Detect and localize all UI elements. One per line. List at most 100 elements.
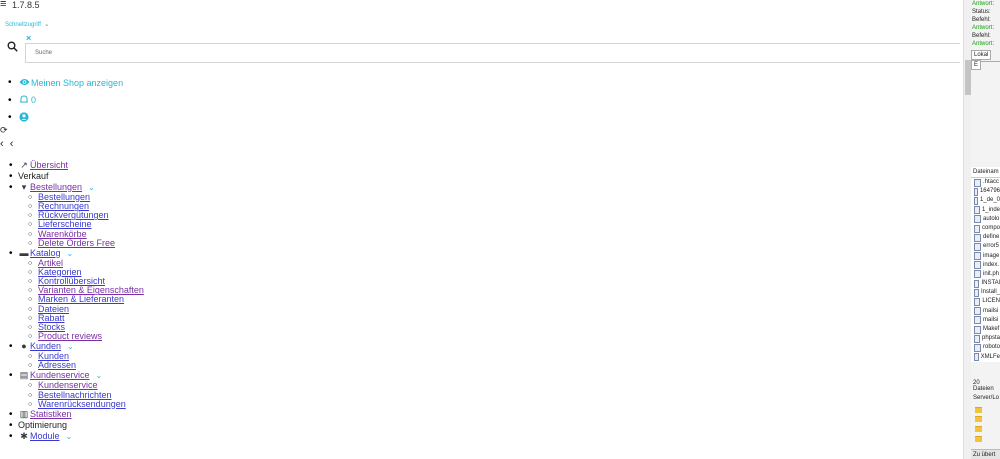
file-icon — [974, 288, 979, 297]
file-row[interactable]: error5 — [971, 242, 1000, 252]
nav-item-stats: • ▥ Statistiken — [9, 408, 72, 420]
local-file-list: Dateinam .htacc 164796 1_de_0 1_inde aut… — [971, 167, 1000, 362]
close-icon[interactable]: × — [26, 33, 31, 43]
chevron-down-icon[interactable]: ⌄ — [88, 183, 95, 192]
overview-link[interactable]: Übersicht — [30, 160, 68, 170]
file-row[interactable]: Makef — [971, 325, 1000, 335]
prestashop-admin: ≡ 1.7.8.5 Schnellzugriff ⌄ × Suche • Meine… — [0, 0, 963, 459]
file-icon — [974, 196, 978, 205]
submenu-item[interactable]: ○ Adressen — [28, 361, 144, 370]
chevron-down-icon[interactable]: ⌄ — [66, 432, 73, 441]
trending-up-icon: ↗ — [20, 159, 28, 170]
file-row[interactable]: 1_de_0 — [971, 196, 1000, 206]
user-icon — [17, 112, 31, 124]
file-row[interactable]: mailsi — [971, 306, 1000, 316]
chevron-down-icon[interactable]: ⌄ — [96, 371, 103, 380]
folder-icon[interactable] — [975, 426, 982, 432]
nav-item-customers: • ● Kunden ⌄ ○ Kunden ○ Adressen — [9, 341, 144, 370]
modules-link[interactable]: Module — [30, 431, 60, 441]
file-row[interactable]: image — [971, 251, 1000, 261]
service-link[interactable]: Kundenservice — [30, 371, 90, 380]
file-icon — [974, 316, 981, 325]
file-row[interactable]: define — [971, 233, 1000, 243]
submenu-item[interactable]: ○ Product reviews — [28, 331, 144, 341]
file-row[interactable]: mailsi — [971, 315, 1000, 325]
orders-submenu: ○ Bestellungen ○ Rechnungen ○ Rückvergütung… — [9, 192, 144, 248]
tab-other[interactable]: E — [971, 60, 982, 70]
header-links: • Meinen Shop anzeigen • 0 • — [8, 74, 123, 127]
catalog-submenu: ○ Artikel ○ Kategorien ○ Kontrollübersicht … — [9, 258, 144, 341]
queue-tab[interactable]: Zu übert — [971, 449, 1000, 459]
sidebar-nav: • ↗ Übersicht • Verkauf • ▾ Bestellungen ⌄ ○ Be… — [9, 160, 144, 442]
refresh-icon[interactable]: ⟳ — [0, 126, 8, 135]
stats-link[interactable]: Statistiken — [30, 409, 72, 419]
file-icon — [974, 307, 981, 316]
collapse-menu[interactable]: ‹ ‹ — [0, 138, 13, 150]
folder-icon[interactable] — [975, 436, 982, 442]
file-row[interactable]: Install_ — [971, 288, 1000, 298]
nav-item-catalog: • ▬ Katalog ⌄ ○ Artikel ○ Kategorien ○ Kontrol… — [9, 247, 144, 341]
folder-icon[interactable] — [975, 407, 982, 413]
catalog-link[interactable]: Katalog — [30, 248, 61, 258]
submenu-item[interactable]: ○ Delete Orders Free — [28, 238, 144, 248]
service-submenu: ○ Kundenservice ○ Bestellnachrichten ○ Ware… — [9, 381, 144, 409]
quick-access-dropdown[interactable]: Schnellzugriff ⌄ — [5, 20, 50, 28]
file-row[interactable]: index. — [971, 260, 1000, 270]
shopping-basket-icon: ▾ — [21, 181, 27, 192]
file-column-header[interactable]: Dateinam — [971, 167, 1000, 178]
bell-icon — [17, 95, 31, 106]
file-icon — [974, 224, 980, 233]
search-icon — [7, 41, 18, 52]
ftp-tabs: LokalE — [971, 50, 1000, 70]
chevron-down-icon[interactable]: ⌄ — [67, 342, 74, 351]
file-row[interactable]: INSTAl — [971, 279, 1000, 289]
file-icon — [974, 261, 981, 270]
chevron-left-icon[interactable]: ‹ — [0, 138, 4, 150]
file-row[interactable]: 164796 — [971, 187, 1000, 197]
file-row[interactable]: XMLFe — [971, 352, 1000, 362]
orders-link[interactable]: Bestellungen — [30, 182, 82, 192]
file-icon — [974, 343, 981, 352]
file-icon — [974, 279, 980, 288]
puzzle-icon: ✱ — [20, 430, 28, 441]
submenu-item[interactable]: ○ Warenrücksendungen — [28, 399, 144, 409]
file-row[interactable]: 1_inde — [971, 205, 1000, 215]
file-icon — [974, 233, 981, 242]
ftp-client-panel: Antwort: Status: Befehl: Antwort: Befehl… — [971, 0, 1000, 459]
chevron-left-icon[interactable]: ‹ — [10, 138, 14, 150]
ftp-message-log: Antwort: Status: Befehl: Antwort: Befehl… — [972, 1, 995, 47]
file-row[interactable]: phpsta — [971, 334, 1000, 344]
view-shop-link[interactable]: • Meinen Shop anzeigen — [8, 74, 123, 92]
file-row[interactable]: autolo — [971, 214, 1000, 224]
file-icon — [974, 242, 981, 251]
chevron-down-icon[interactable]: ⌄ — [67, 249, 74, 258]
notifications-link[interactable]: • 0 — [8, 92, 123, 110]
bar-chart-icon: ▥ — [19, 408, 29, 419]
file-row[interactable]: roboto — [971, 343, 1000, 353]
customers-link[interactable]: Kunden — [30, 341, 61, 351]
store-icon: ▬ — [19, 247, 29, 258]
tab-local[interactable]: Lokal — [971, 50, 992, 60]
file-row[interactable]: init.ph — [971, 269, 1000, 280]
file-icon — [974, 206, 980, 215]
nav-item-overview: • ↗ Übersicht — [9, 159, 69, 171]
employee-link[interactable]: • — [8, 109, 123, 127]
search-button[interactable] — [0, 38, 24, 60]
hamburger-icon[interactable]: ≡ — [0, 0, 6, 10]
file-count: 20 Dateien — [973, 380, 994, 392]
folder-icon[interactable] — [975, 416, 982, 422]
nav-item-orders: • ▾ Bestellungen ⌄ ○ Bestellungen ○ Rechnunge… — [9, 182, 144, 248]
file-row[interactable]: LICEN — [971, 297, 1000, 307]
nav-heading-sales: • Verkauf — [9, 170, 49, 182]
file-icon — [974, 178, 981, 187]
customers-submenu: ○ Kunden ○ Adressen — [9, 351, 144, 370]
quick-access-label: Schnellzugriff — [5, 22, 41, 28]
nav-heading-optimization: • Optimierung — [9, 419, 68, 431]
chevron-down-icon: ⌄ — [43, 21, 50, 28]
search-input[interactable]: Suche — [25, 43, 960, 63]
file-icon — [974, 298, 981, 307]
file-icon — [974, 334, 980, 343]
file-row[interactable]: compo — [971, 223, 1000, 234]
file-row[interactable]: .htacc — [971, 178, 1000, 188]
file-icon — [974, 270, 981, 279]
